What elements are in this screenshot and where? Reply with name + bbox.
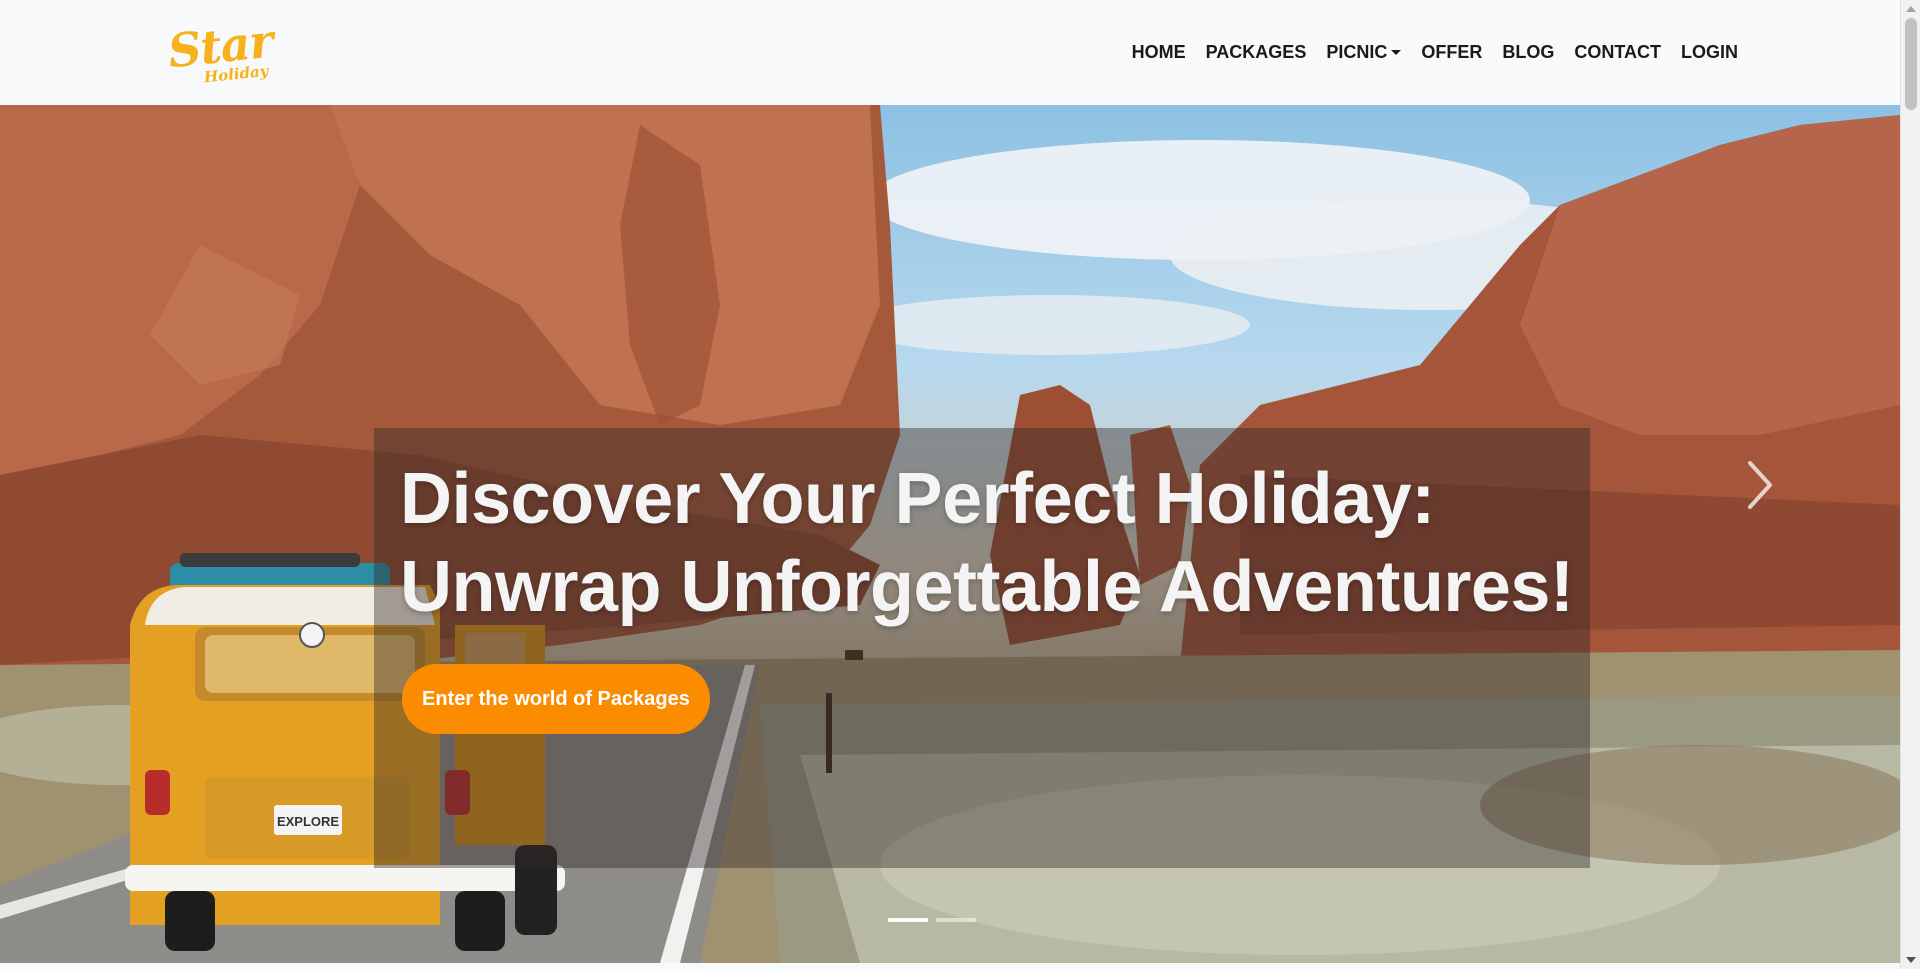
nav-offer[interactable]: OFFER xyxy=(1421,42,1482,63)
scroll-down-arrow-icon[interactable] xyxy=(1906,957,1916,963)
page-bottom-edge xyxy=(0,963,1900,969)
nav-picnic-dropdown[interactable]: PICNIC xyxy=(1326,42,1402,63)
navbar: Star Holiday HOME PACKAGES PICNIC OFFER … xyxy=(0,0,1900,105)
nav-picnic-label: PICNIC xyxy=(1326,42,1388,62)
brand-tagline: Holiday xyxy=(203,61,270,87)
nav-blog[interactable]: BLOG xyxy=(1502,42,1554,63)
scrollbar-thumb[interactable] xyxy=(1905,18,1917,110)
carousel-indicator-1[interactable] xyxy=(888,918,928,922)
chevron-down-icon xyxy=(1391,50,1402,55)
hero-carousel: EXPLORE Discover Your Perfect Holiday: U… xyxy=(0,105,1900,963)
scroll-up-arrow-icon[interactable] xyxy=(1906,6,1916,12)
hero-title-line-2: Unwrap Unforgettable Adventures! xyxy=(400,547,1574,627)
carousel-indicators xyxy=(888,918,976,922)
van-plate-text: EXPLORE xyxy=(277,814,339,829)
hero-title-line-1: Discover Your Perfect Holiday: xyxy=(400,459,1435,539)
chevron-right-icon xyxy=(1748,461,1772,509)
nav-contact[interactable]: CONTACT xyxy=(1574,42,1661,63)
nav-login[interactable]: LOGIN xyxy=(1681,42,1738,63)
carousel-next-button[interactable] xyxy=(1744,457,1776,513)
brand-logo[interactable]: Star Holiday xyxy=(165,14,275,87)
enter-packages-button[interactable]: Enter the world of Packages xyxy=(402,664,710,734)
nav-menu: HOME PACKAGES PICNIC OFFER BLOG CONTACT … xyxy=(1132,42,1738,63)
nav-home[interactable]: HOME xyxy=(1132,42,1186,63)
hero-title: Discover Your Perfect Holiday: Unwrap Un… xyxy=(400,455,1600,631)
nav-packages[interactable]: PACKAGES xyxy=(1206,42,1307,63)
carousel-indicator-2[interactable] xyxy=(936,918,976,922)
page-scrollbar[interactable] xyxy=(1900,0,1920,969)
